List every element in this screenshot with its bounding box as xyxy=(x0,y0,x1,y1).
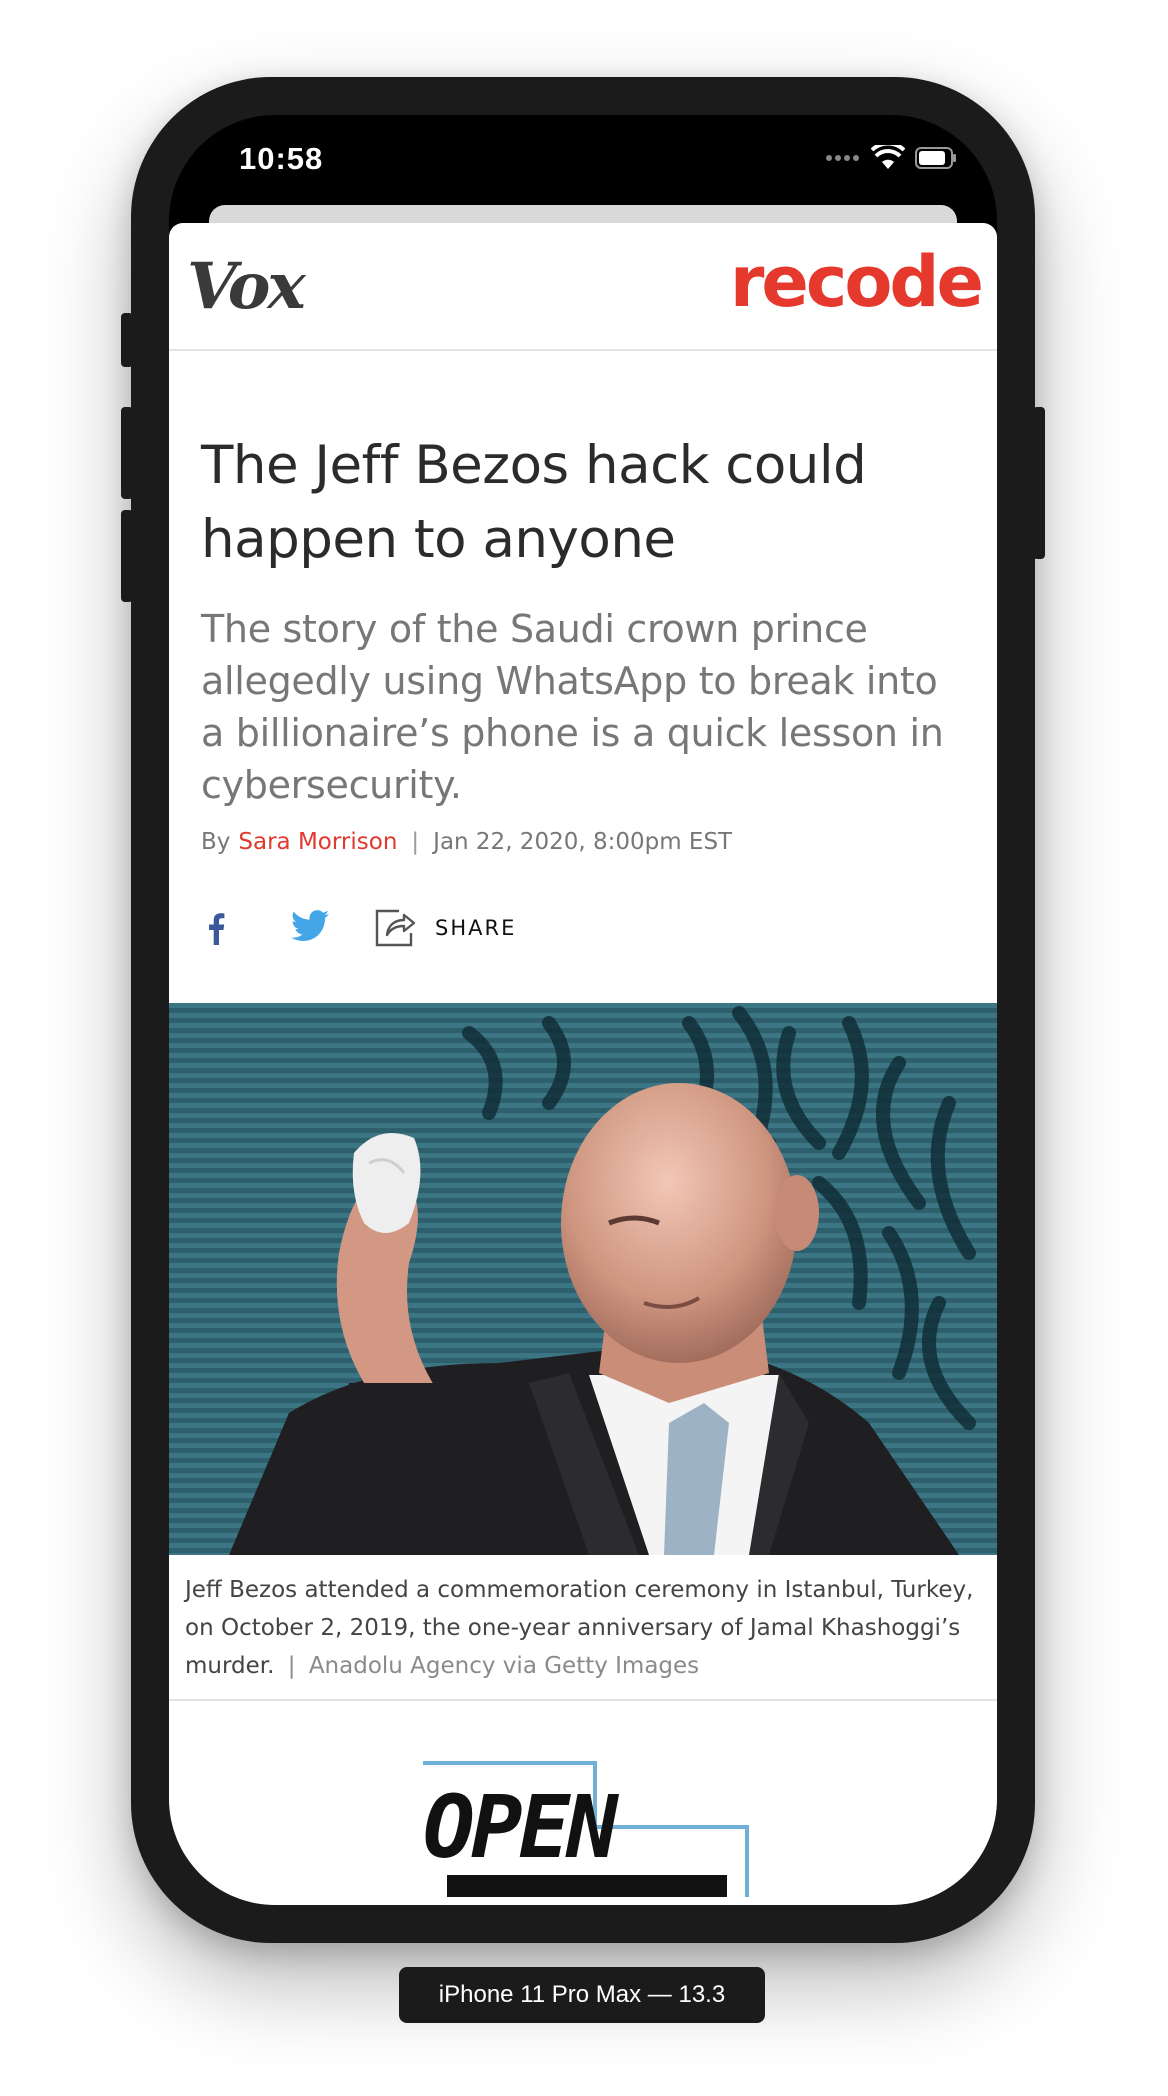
article-headline: The Jeff Bezos hack could happen to anyo… xyxy=(201,435,867,570)
facebook-share-button[interactable] xyxy=(201,911,231,945)
article-header: The Jeff Bezos hack could happen to anyo… xyxy=(169,429,997,953)
power-button xyxy=(1033,407,1045,559)
photo-caption: Jeff Bezos attended a commemoration cere… xyxy=(169,1555,997,1701)
twitter-icon xyxy=(291,909,329,941)
screen: 10:58 Vox recode The Jeff Bezos hack cou… xyxy=(169,115,997,1905)
device-label: iPhone 11 Pro Max — 13.3 xyxy=(399,1967,765,2023)
volume-down-button xyxy=(121,510,133,602)
twitter-share-button[interactable] xyxy=(291,909,329,947)
lead-photo[interactable] xyxy=(169,1003,997,1555)
signal-icon xyxy=(826,155,859,161)
byline-separator: | xyxy=(411,829,420,855)
share-button[interactable]: SHARE xyxy=(373,907,516,949)
wifi-icon xyxy=(871,145,905,169)
facebook-icon xyxy=(209,913,225,945)
recode-logo[interactable]: recode xyxy=(730,241,984,323)
phone-frame: 10:58 Vox recode The Jeff Bezos hack cou… xyxy=(121,77,1045,1943)
notch xyxy=(374,115,795,173)
volume-up-button xyxy=(121,407,133,499)
photo-credit: Anadolu Agency via Getty Images xyxy=(308,1653,700,1679)
status-time: 10:58 xyxy=(239,141,324,176)
article-sheet: Vox recode The Jeff Bezos hack could hap… xyxy=(169,223,997,1905)
share-icon xyxy=(375,909,416,947)
article-dek: The story of the Saudi crown prince alle… xyxy=(201,607,944,807)
byline-prefix: By xyxy=(201,829,231,855)
open-sourced-logo-art: OPEN xyxy=(423,1761,749,1897)
status-icons xyxy=(825,145,957,171)
byline: By Sara Morrison | Jan 22, 2020, 8:00pm … xyxy=(201,829,965,855)
promo-logo-text: OPEN xyxy=(423,1778,619,1878)
publish-date: Jan 22, 2020, 8:00pm EST xyxy=(433,829,733,855)
battery-icon xyxy=(915,147,956,169)
share-label: SHARE xyxy=(435,916,517,940)
site-header: Vox recode xyxy=(169,223,997,351)
share-row: SHARE xyxy=(201,903,965,953)
caption-separator: | xyxy=(287,1653,296,1679)
open-sourced-logo[interactable]: OPEN xyxy=(417,1757,757,1902)
vox-logo[interactable]: Vox xyxy=(187,249,306,324)
author-link[interactable]: Sara Morrison xyxy=(238,829,397,855)
silent-switch xyxy=(121,313,133,367)
lead-photo-illustration xyxy=(169,1003,997,1555)
